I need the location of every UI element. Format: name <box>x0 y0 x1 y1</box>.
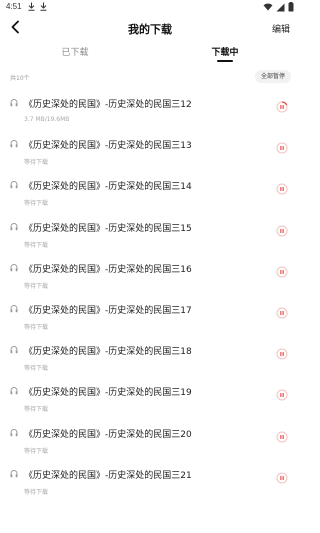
download-item[interactable]: 《历史深处的民国》-历史深处的民国三18 等待下载 <box>0 336 300 377</box>
download-count: 共10个 <box>10 75 30 82</box>
pause-button[interactable] <box>276 389 288 401</box>
download-status: 等待下载 <box>24 200 49 208</box>
download-status: 等待下载 <box>24 406 49 414</box>
page-title: 我的下载 <box>128 23 172 36</box>
headphones-icon <box>10 387 18 395</box>
signal-icon <box>276 3 285 11</box>
pause-button[interactable] <box>276 266 288 278</box>
download-status: 等待下载 <box>24 159 49 167</box>
progress-track <box>276 266 288 278</box>
download-list: 《历史深处的民国》-历史深处的民国三12 3.7 MB/19.6MB 《历史深处的民… <box>0 89 300 501</box>
pause-icon <box>280 187 284 192</box>
pause-icon <box>280 228 284 233</box>
download-item[interactable]: 《历史深处的民国》-历史深处的民国三16 等待下载 <box>0 254 300 295</box>
pause-icon <box>280 352 284 357</box>
download-notification-icon <box>40 2 47 11</box>
pause-all-button[interactable]: 全部暂停 <box>254 70 291 83</box>
pause-button[interactable] <box>276 307 288 319</box>
progress-track <box>276 307 288 319</box>
download-status: 等待下载 <box>24 282 49 290</box>
pause-icon <box>280 310 284 315</box>
header: 我的下载 编辑 <box>0 14 300 42</box>
download-item[interactable]: 《历史深处的民国》-历史深处的民国三21 等待下载 <box>0 460 300 501</box>
download-item[interactable]: 《历史深处的民国》-历史深处的民国三19 等待下载 <box>0 377 300 418</box>
pause-icon <box>280 269 284 274</box>
summary-bar: 共10个 全部暂停 <box>0 66 300 88</box>
download-status: 等待下载 <box>24 447 49 455</box>
pause-button[interactable] <box>276 142 288 154</box>
status-time: 4:51 <box>6 2 22 11</box>
tab-downloaded[interactable]: 已下载 <box>25 45 125 58</box>
progress-track <box>276 348 288 360</box>
progress-track <box>276 472 288 484</box>
pause-icon <box>280 475 284 480</box>
progress-track <box>276 183 288 195</box>
download-title: 《历史深处的民国》-历史深处的民国三14 <box>24 182 192 193</box>
progress-track <box>276 225 288 237</box>
pause-button[interactable] <box>276 101 288 113</box>
headphones-icon <box>10 346 18 354</box>
tab-active-indicator <box>217 60 233 62</box>
download-item[interactable]: 《历史深处的民国》-历史深处的民国三20 等待下载 <box>0 419 300 460</box>
pause-icon <box>280 146 284 151</box>
download-title: 《历史深处的民国》-历史深处的民国三13 <box>24 141 192 152</box>
pause-icon <box>280 434 284 439</box>
download-title: 《历史深处的民国》-历史深处的民国三21 <box>24 470 192 481</box>
pause-icon <box>280 393 284 398</box>
headphones-icon <box>10 99 18 107</box>
progress-track <box>276 431 288 442</box>
download-title: 《历史深处的民国》-历史深处的民国三18 <box>24 347 192 358</box>
pause-icon <box>280 105 284 109</box>
download-status: 等待下载 <box>24 488 49 496</box>
download-item[interactable]: 《历史深处的民国》-历史深处的民国三15 等待下载 <box>0 213 300 254</box>
status-bar: 4:51 <box>0 0 300 14</box>
download-status: 等待下载 <box>24 365 49 373</box>
download-title: 《历史深处的民国》-历史深处的民国三12 <box>24 100 192 110</box>
download-status: 等待下载 <box>24 241 49 249</box>
progress-track <box>276 142 288 154</box>
download-item[interactable]: 《历史深处的民国》-历史深处的民国三12 3.7 MB/19.6MB <box>0 89 300 130</box>
pause-button[interactable] <box>276 348 288 360</box>
status-icons <box>263 2 294 12</box>
pause-button[interactable] <box>276 183 288 195</box>
download-title: 《历史深处的民国》-历史深处的民国三20 <box>24 429 192 440</box>
download-item[interactable]: 《历史深处的民国》-历史深处的民国三14 等待下载 <box>0 171 300 212</box>
tab-downloading[interactable]: 下载中 <box>175 45 275 58</box>
download-status: 等待下载 <box>24 323 49 331</box>
headphones-icon <box>10 428 18 436</box>
headphones-icon <box>10 469 18 477</box>
pause-button[interactable] <box>276 472 288 484</box>
download-item[interactable]: 《历史深处的民国》-历史深处的民国三13 等待下载 <box>0 130 300 171</box>
headphones-icon <box>10 305 18 313</box>
wifi-icon <box>263 3 273 11</box>
download-title: 《历史深处的民国》-历史深处的民国三19 <box>24 388 192 399</box>
pause-button[interactable] <box>276 225 288 237</box>
tab-bar: 已下载 下载中 <box>0 42 300 64</box>
pause-button[interactable] <box>276 431 288 443</box>
download-status: 3.7 MB/19.6MB <box>24 116 70 123</box>
headphones-icon <box>10 222 18 230</box>
download-title: 《历史深处的民国》-历史深处的民国三15 <box>24 223 192 234</box>
download-title: 《历史深处的民国》-历史深处的民国三17 <box>24 305 192 316</box>
headphones-icon <box>10 263 18 272</box>
battery-icon <box>288 2 294 12</box>
progress-track <box>276 389 288 401</box>
edit-button[interactable]: 编辑 <box>272 22 290 35</box>
download-item[interactable]: 《历史深处的民国》-历史深处的民国三17 等待下载 <box>0 295 300 336</box>
headphones-icon <box>10 140 18 148</box>
download-title: 《历史深处的民国》-历史深处的民国三16 <box>24 264 192 275</box>
headphones-icon <box>10 181 18 189</box>
download-notification-icon <box>28 2 35 11</box>
